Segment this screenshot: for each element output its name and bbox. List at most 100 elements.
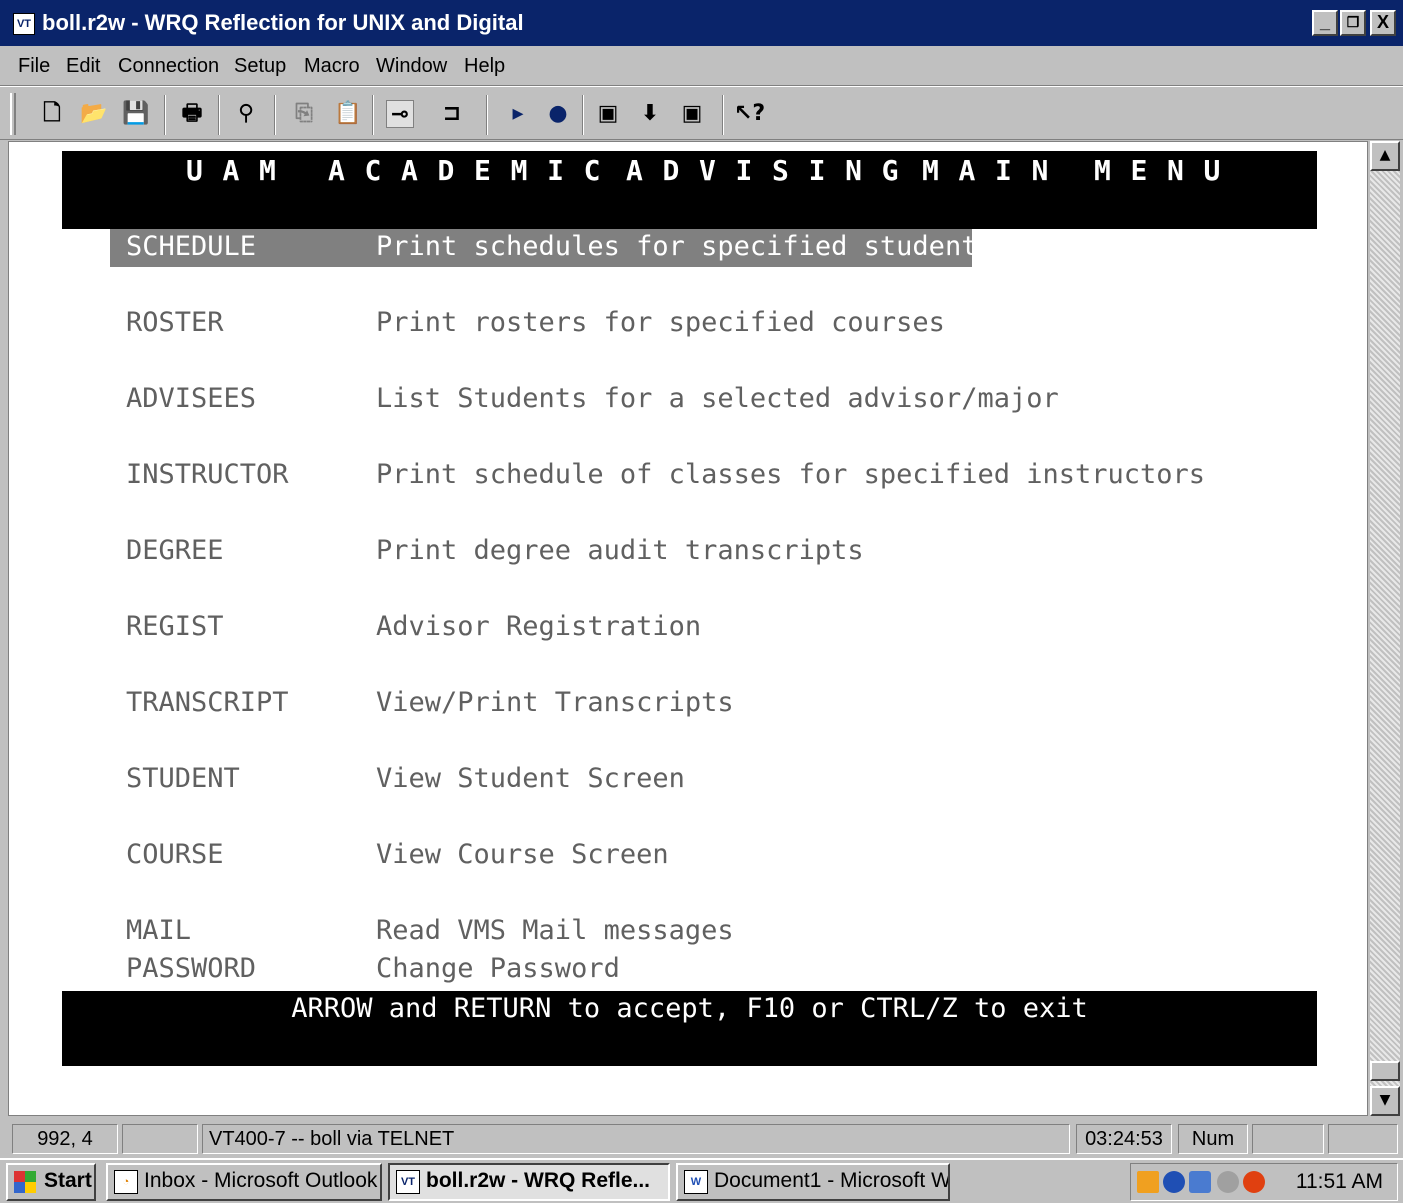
menu-item-description: View Student Screen [376,763,685,794]
menu-item-name: SCHEDULE [126,231,257,262]
scroll-down-icon[interactable]: ▼ [1370,1086,1400,1116]
num-lock-indicator: Num [1178,1124,1248,1154]
session-time: 03:24:53 [1076,1124,1172,1154]
status-bar: 992, 4 VT400-7 -- boll via TELNET 03:24:… [0,1118,1403,1158]
download-icon[interactable]: ⬇ [636,100,664,128]
menu-item-description: View/Print Transcripts [376,687,734,718]
help-icon[interactable]: ↖? [734,100,765,128]
toolbar-separator [372,95,374,135]
menu-item-description: Print schedule of classes for specified … [376,459,1206,490]
toolbar-separator [164,95,166,135]
vertical-scrollbar[interactable]: ▲ ▼ [1370,141,1400,1116]
scroll-thumb[interactable] [1370,1061,1400,1081]
taskbar: Start ◔ Inbox - Microsoft Outlook VT bol… [0,1158,1403,1203]
header-word: A C A D E M I C [328,154,602,187]
menu-item-instructor[interactable]: INSTRUCTOR Print schedule of classes for… [62,457,1317,495]
menu-item-roster[interactable]: ROSTER Print rosters for specified cours… [62,305,1317,343]
menu-item-name: ROSTER [126,307,224,338]
toolbar-separator [274,95,276,135]
menu-window[interactable]: Window [376,54,447,78]
menu-item-name: DEGREE [126,535,224,566]
menu-item-student[interactable]: STUDENT View Student Screen [62,761,1317,799]
taskbar-word[interactable]: W Document1 - Microsoft W... [676,1163,950,1201]
save-icon[interactable]: 💾 [122,100,150,128]
toolbar: 🗋 📂 💾 🖶 ⚲ ⎘ 📋 ⊸ ⊐ ▸ ● ▣ ⬇ ▣ ↖? [0,86,1403,140]
toolbar-grip[interactable] [10,93,16,135]
taskbar-reflection[interactable]: VT boll.r2w - WRQ Refle... [388,1163,670,1201]
menu-macro[interactable]: Macro [304,54,360,78]
copy-icon[interactable]: ⎘ [290,100,318,128]
record-macro-icon[interactable]: ● [544,100,572,128]
close-button[interactable]: X [1370,10,1396,36]
header-word: A D V I S I N G [626,154,900,187]
settings-icon[interactable]: ▣ [594,100,622,128]
open-icon[interactable]: 📂 [80,100,108,128]
header-word: M E N U [1094,154,1222,187]
antivirus-tray-icon[interactable] [1243,1171,1265,1193]
connection-status: VT400-7 -- boll via TELNET [202,1124,1070,1154]
taskbar-label: Document1 - Microsoft W... [714,1169,950,1192]
restore-button[interactable]: ❐ [1340,10,1366,36]
menu-item-name: REGIST [126,611,224,642]
terminal-screen[interactable]: U A M A C A D E M I C A D V I S I N G M … [62,151,1317,1066]
scroll-up-icon[interactable]: ▲ [1370,141,1400,171]
taskbar-outlook[interactable]: ◔ Inbox - Microsoft Outlook [106,1163,382,1201]
menu-item-name: MAIL [126,915,192,946]
menu-header: U A M A C A D E M I C A D V I S I N G M … [62,151,1317,229]
menu-item-description: Print schedules for specified students [376,231,994,262]
play-macro-icon[interactable]: ▸ [504,100,532,128]
monitor-tray-icon[interactable] [1189,1171,1211,1193]
reflection-icon: VT [396,1170,420,1194]
menu-item-regist[interactable]: REGIST Advisor Registration [62,609,1317,647]
status-blank [1252,1124,1324,1154]
menu-item-name: TRANSCRIPT [126,687,289,718]
network-tray-icon[interactable] [1163,1171,1185,1193]
menu-item-mail[interactable]: MAIL Read VMS Mail messages [62,913,1317,951]
menu-setup[interactable]: Setup [234,54,286,78]
clock-tray-icon[interactable] [1137,1171,1159,1193]
cursor-position: 992, 4 [12,1124,118,1154]
menu-item-degree[interactable]: DEGREE Print degree audit transcripts [62,533,1317,571]
menu-item-course[interactable]: COURSE View Course Screen [62,837,1317,875]
menu-item-description: Read VMS Mail messages [376,915,734,946]
paste-icon[interactable]: 📋 [334,100,362,128]
window-title: boll.r2w - WRQ Reflection for UNIX and D… [42,10,524,35]
menu-item-description: Change Password [376,953,620,984]
menu-edit[interactable]: Edit [66,54,100,78]
menu-item-transcript[interactable]: TRANSCRIPT View/Print Transcripts [62,685,1317,723]
menu-item-name: COURSE [126,839,224,870]
clock: 11:51 AM [1295,1170,1383,1193]
menu-file[interactable]: File [18,54,50,78]
print-icon[interactable]: 🖶 [178,100,206,128]
menu-item-description: Advisor Registration [376,611,702,642]
new-icon[interactable]: 🗋 [38,100,66,128]
disconnect-icon[interactable]: ⊐ [438,100,466,128]
menu-footer: ARROW and RETURN to accept, F10 or CTRL/… [62,991,1317,1066]
menu-item-description: Print rosters for specified courses [376,307,945,338]
footer-instructions: ARROW and RETURN to accept, F10 or CTRL/… [291,993,1088,1024]
app-icon[interactable]: VT [13,13,35,35]
title-bar[interactable]: VT boll.r2w - WRQ Reflection for UNIX an… [0,0,1403,46]
minimize-button[interactable]: _ [1312,10,1338,36]
menu-item-name: ADVISEES [126,383,257,414]
toolbar-separator [582,95,584,135]
menu-connection[interactable]: Connection [118,54,219,78]
taskbar-label: boll.r2w - WRQ Refle... [426,1169,651,1192]
menu-item-name: INSTRUCTOR [126,459,289,490]
menu-item-name: PASSWORD [126,953,257,984]
status-blank [122,1124,198,1154]
start-button[interactable]: Start [6,1163,96,1201]
start-label: Start [44,1169,92,1192]
menu-item-advisees[interactable]: ADVISEES List Students for a selected ad… [62,381,1317,419]
upload-icon[interactable]: ▣ [678,100,706,128]
menu-help[interactable]: Help [464,54,505,78]
menu-item-description: List Students for a selected advisor/maj… [376,383,1059,414]
menu-item-password[interactable]: PASSWORD Change Password [62,951,1317,989]
find-icon[interactable]: ⚲ [232,100,260,128]
toolbar-separator [486,95,488,135]
connect-icon[interactable]: ⊸ [386,100,414,128]
toolbar-separator [722,95,724,135]
word-icon: W [684,1170,708,1194]
menu-item-schedule[interactable]: SCHEDULE Print schedules for specified s… [62,229,1317,267]
volume-tray-icon[interactable] [1217,1171,1239,1193]
